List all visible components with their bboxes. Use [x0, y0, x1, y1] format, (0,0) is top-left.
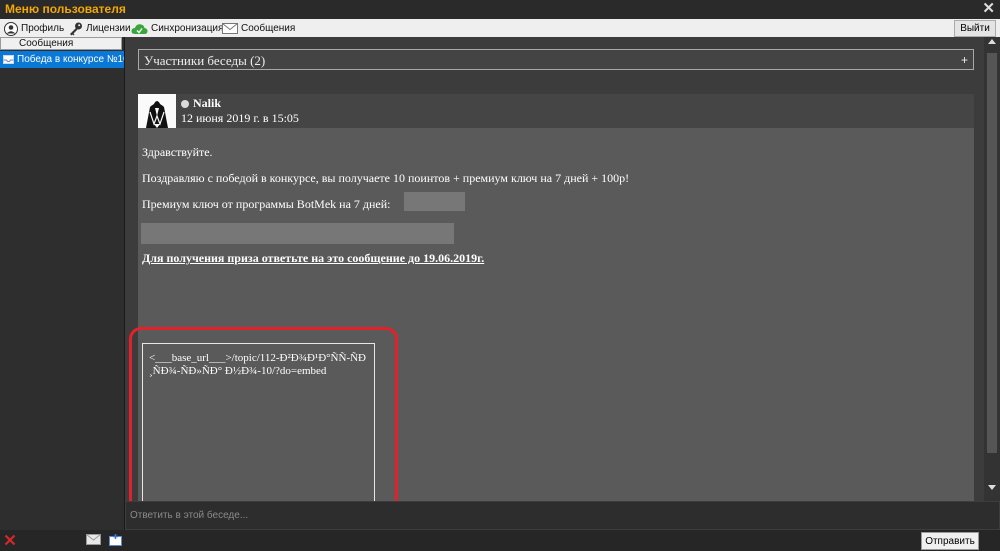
scrollbar[interactable]: [984, 37, 1000, 502]
licenses-menu-item[interactable]: Лицензии: [68, 21, 131, 36]
conversation-list-item[interactable]: Победа в конкурсе №10...: [0, 51, 124, 68]
licenses-label: Лицензии: [86, 23, 131, 34]
expand-icon[interactable]: +: [961, 50, 968, 71]
conversation-panel: Участники беседы (2) + Nalik 12 июня 201…: [125, 37, 1000, 530]
toolbar: Профиль Лицензии Синхронизация Сообщения…: [0, 19, 1000, 38]
cloud-sync-icon: [131, 23, 148, 35]
embed-frame[interactable]: <___base_url___>/topic/112-Ð²Ð¾Ð¹Ð°ÑÑ-ÑÐ…: [142, 343, 375, 514]
reply-input[interactable]: [125, 501, 1000, 530]
sidebar: Сообщения Победа в конкурсе №10...: [0, 37, 125, 533]
mail-icon[interactable]: [86, 534, 101, 545]
author-name: Nalik: [193, 96, 222, 110]
greeting-text: Здравствуйте.: [142, 145, 213, 159]
new-message-icon[interactable]: [109, 534, 122, 546]
message-post: Nalik 12 июня 2019 г. в 15:05 Здравствуй…: [129, 94, 974, 530]
status-dot: [181, 99, 189, 108]
deadline-link[interactable]: Для получения приза ответьте на это сооб…: [142, 251, 484, 266]
premium-key-text: Премиум ключ от программы BotMek на 7 дн…: [142, 197, 391, 211]
title-bar: Меню пользователя ✕: [0, 0, 1000, 20]
key-icon: [68, 22, 83, 36]
envelope-icon: [222, 23, 238, 34]
scroll-down-icon[interactable]: [988, 485, 996, 490]
logout-button[interactable]: Выйти: [954, 20, 996, 37]
sync-menu-item[interactable]: Синхронизация: [131, 21, 223, 36]
redacted-line: [141, 223, 454, 244]
close-button[interactable]: ✕: [982, 0, 995, 18]
scroll-thumb[interactable]: [987, 53, 997, 453]
bottom-bar: Отправить: [0, 530, 1000, 551]
participants-bar[interactable]: Участники беседы (2) +: [138, 49, 974, 70]
messages-menu-item[interactable]: Сообщения: [222, 21, 295, 36]
post-date: 12 июня 2019 г. в 15:05: [181, 111, 299, 125]
post-header: Nalik 12 июня 2019 г. в 15:05: [138, 94, 974, 128]
scroll-up-icon[interactable]: [988, 39, 996, 44]
profile-label: Профиль: [21, 23, 65, 34]
send-button[interactable]: Отправить: [921, 532, 979, 550]
messages-label: Сообщения: [241, 23, 296, 34]
congrats-text: Поздравляю с победой в конкурсе, вы полу…: [142, 171, 630, 185]
window-title: Меню пользователя: [5, 2, 126, 16]
participants-label: Участники беседы (2): [144, 53, 266, 68]
sync-label: Синхронизация: [151, 23, 224, 34]
user-icon: [4, 21, 18, 36]
profile-menu-item[interactable]: Профиль: [4, 21, 64, 36]
avatar: [138, 94, 176, 128]
sidebar-header: Сообщения: [0, 37, 122, 50]
conversation-title: Победа в конкурсе №10...: [17, 54, 124, 65]
delete-icon[interactable]: [4, 534, 16, 546]
redacted-key: [404, 192, 465, 211]
inbox-icon: [3, 54, 14, 65]
post-author[interactable]: Nalik: [181, 96, 221, 111]
